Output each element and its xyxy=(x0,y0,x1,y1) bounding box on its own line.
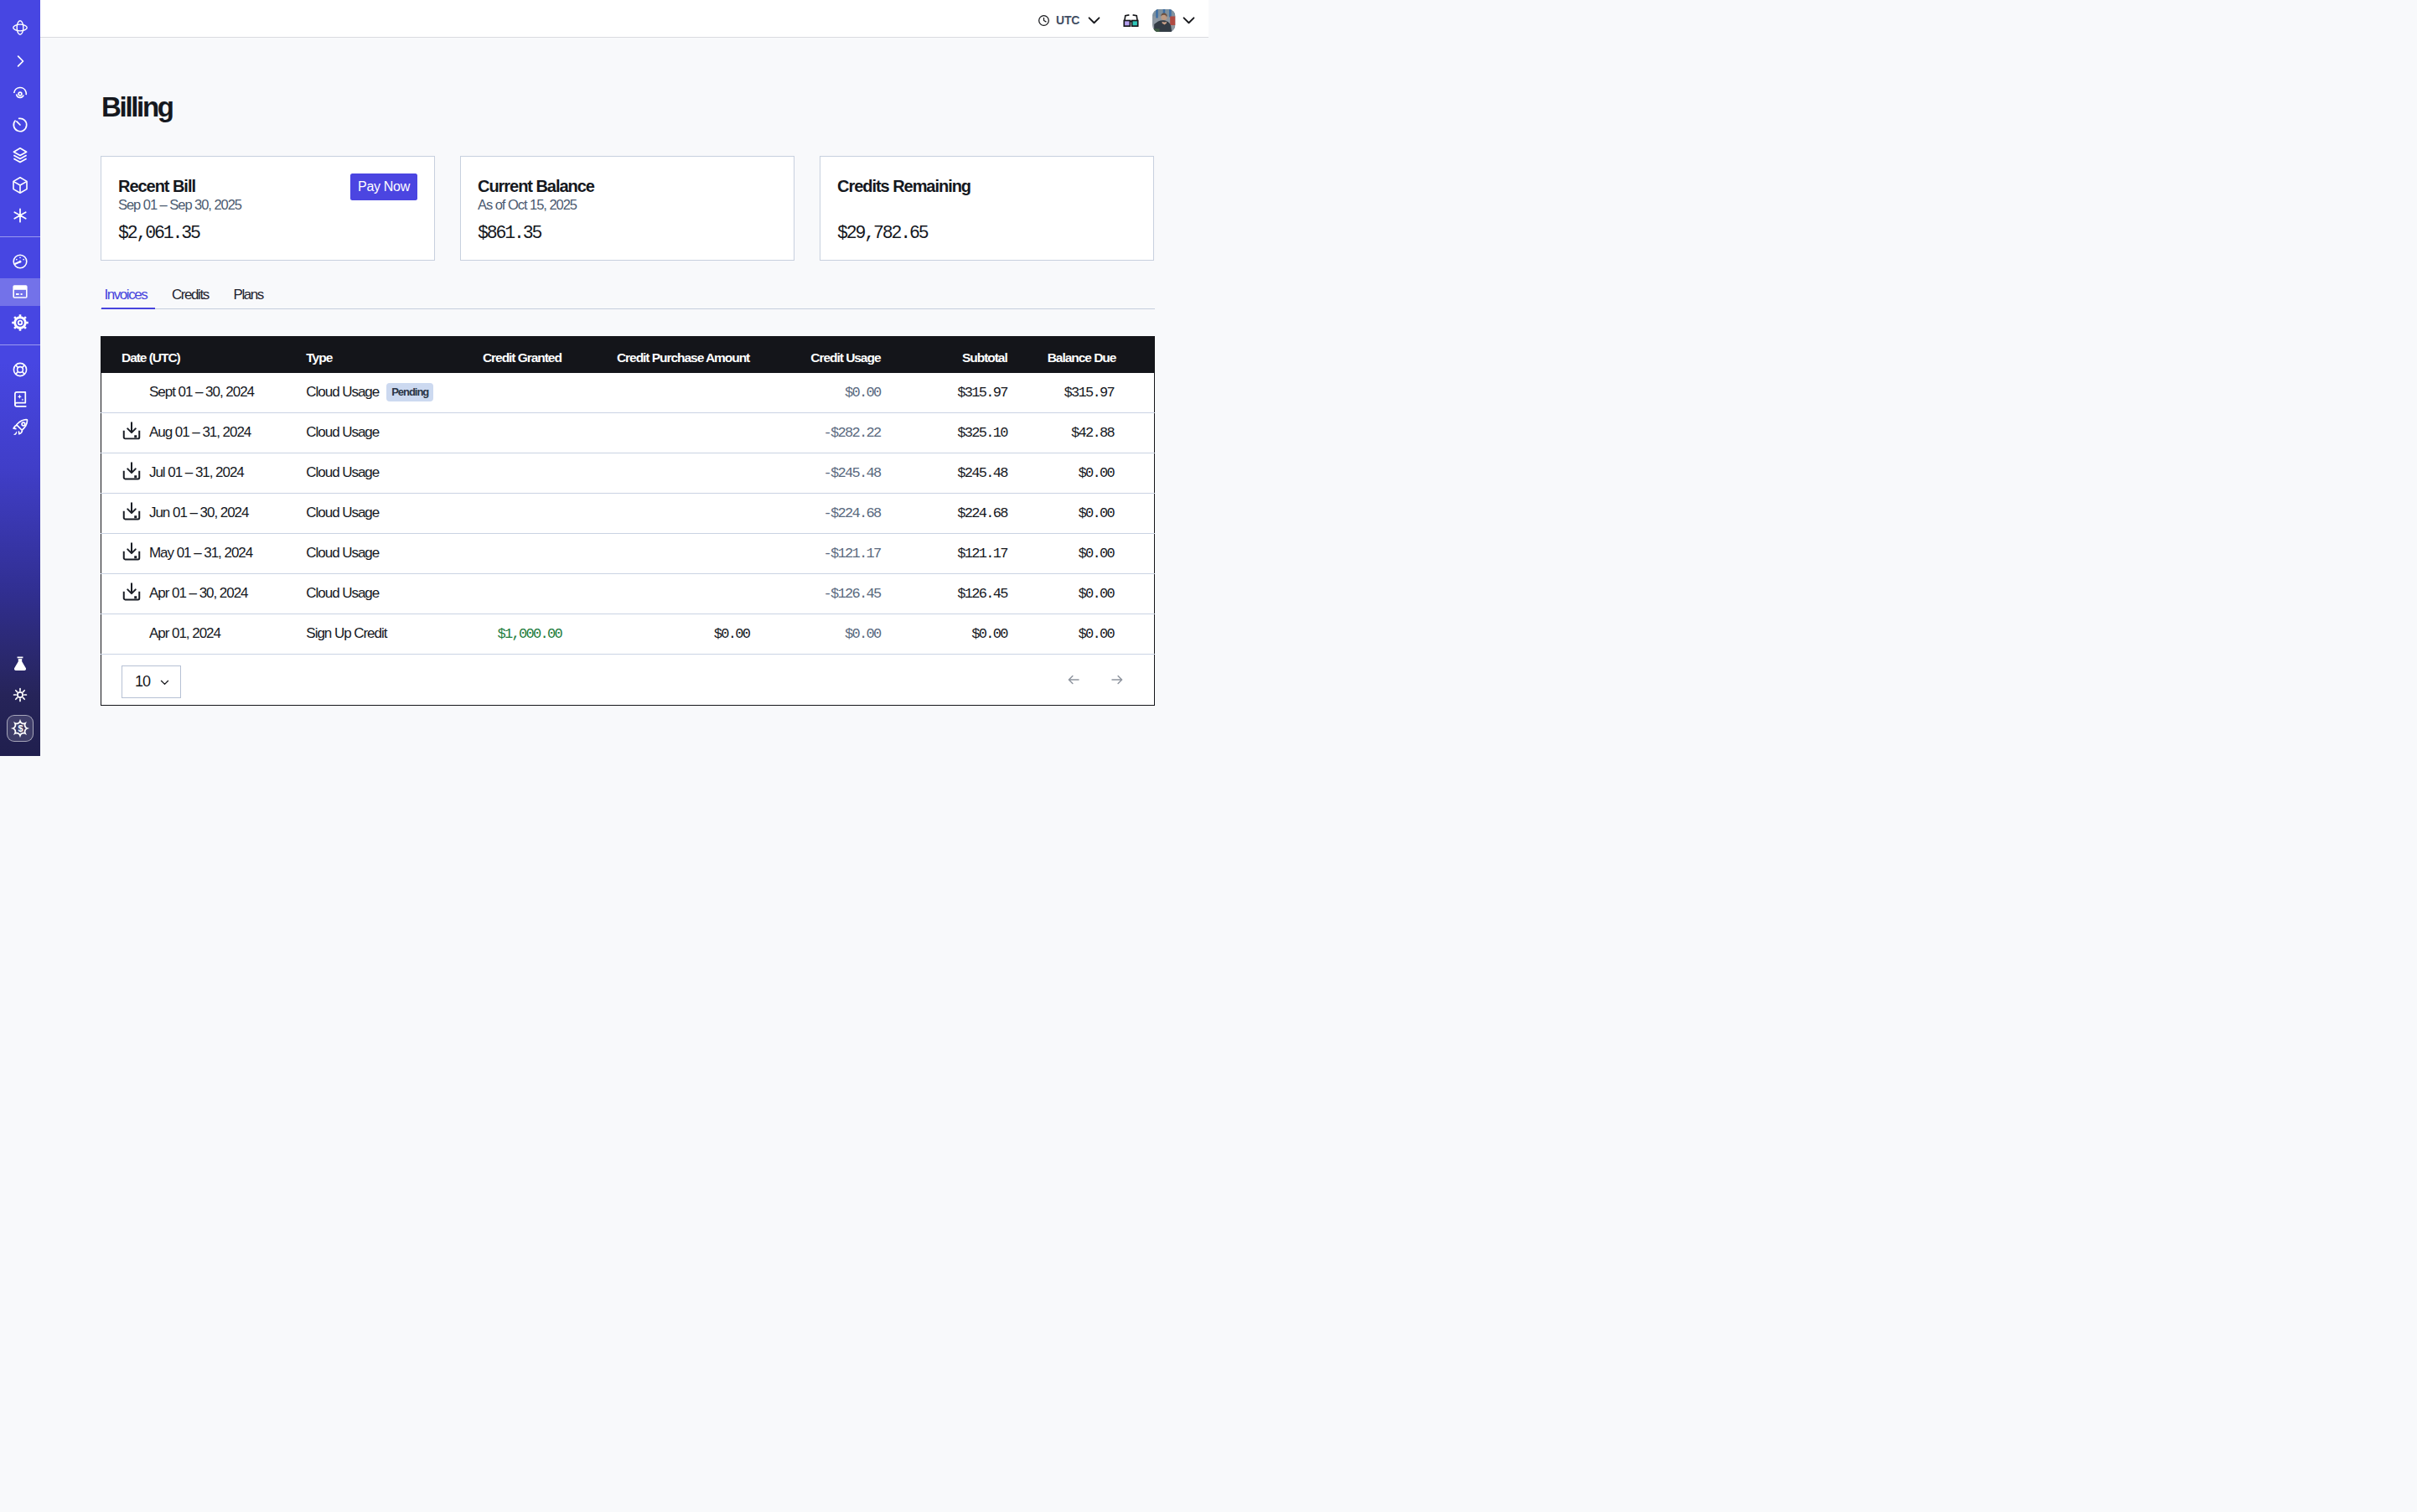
svg-text:$: $ xyxy=(18,723,23,733)
